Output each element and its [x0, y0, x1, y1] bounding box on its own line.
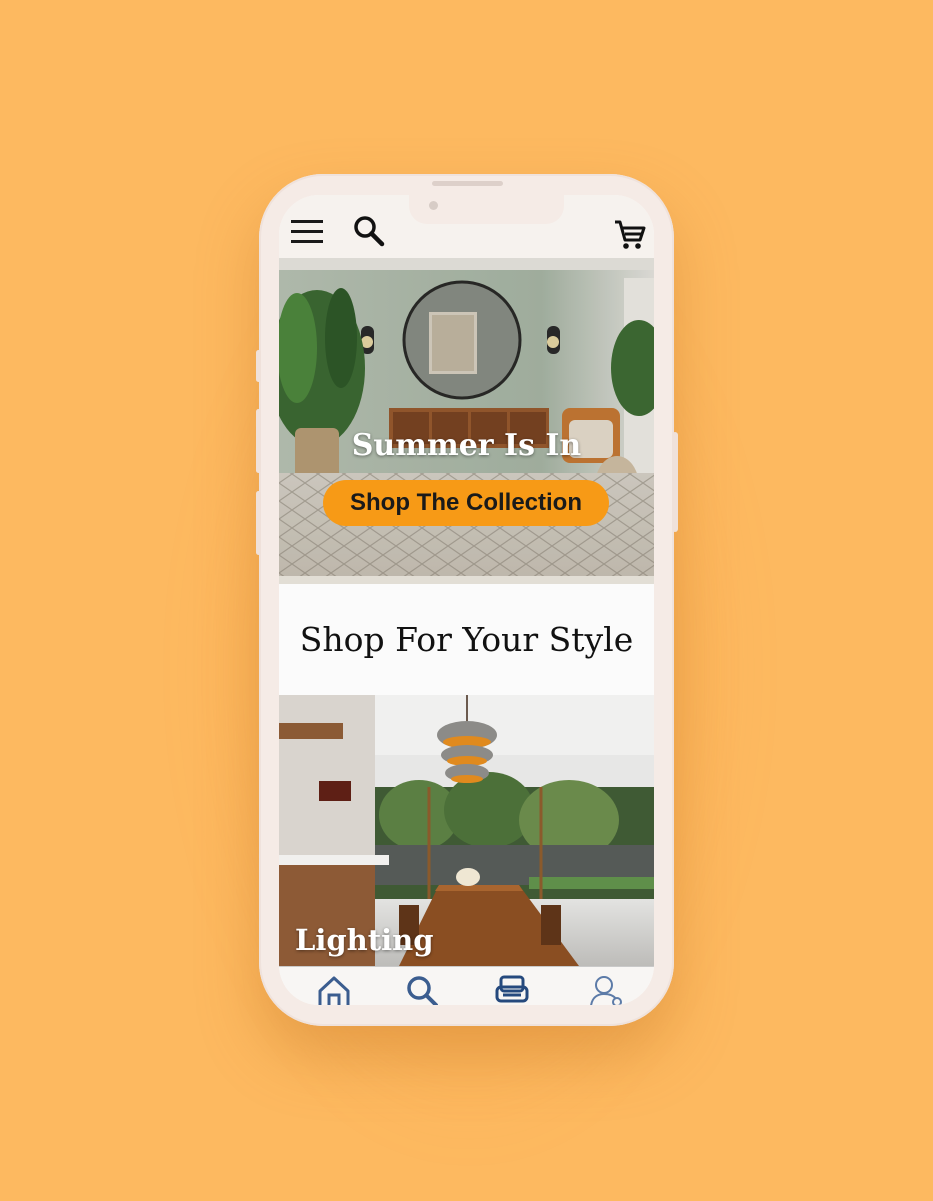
- volume-up-button: [256, 409, 261, 473]
- hamburger-menu-icon[interactable]: [291, 218, 325, 251]
- category-card-lighting[interactable]: Lighting: [279, 695, 654, 966]
- hero-title: Summer Is In: [351, 428, 582, 463]
- earpiece-speaker: [432, 181, 503, 186]
- bottom-tab-bar: [279, 966, 654, 1005]
- sofa-icon[interactable]: [495, 975, 529, 1005]
- app-screen: Summer Is In Shop The Collection Shop Fo…: [279, 195, 654, 1005]
- shopping-cart-icon[interactable]: [613, 218, 647, 257]
- search-icon[interactable]: [353, 215, 385, 252]
- volume-down-button: [256, 491, 261, 555]
- hero-banner[interactable]: Summer Is In Shop The Collection: [279, 258, 654, 584]
- power-button: [672, 432, 678, 532]
- category-label: Lighting: [295, 923, 434, 957]
- section-title: Shop For Your Style: [279, 584, 654, 695]
- mute-switch: [256, 350, 261, 382]
- home-icon[interactable]: [317, 975, 351, 1005]
- shop-collection-button[interactable]: Shop The Collection: [323, 480, 609, 526]
- front-camera: [429, 201, 438, 210]
- account-icon[interactable]: [590, 975, 624, 1005]
- phone-frame: Summer Is In Shop The Collection Shop Fo…: [256, 174, 678, 1026]
- search-icon[interactable]: [406, 975, 438, 1005]
- camera-notch: [409, 195, 564, 224]
- living-room-image: [279, 258, 654, 584]
